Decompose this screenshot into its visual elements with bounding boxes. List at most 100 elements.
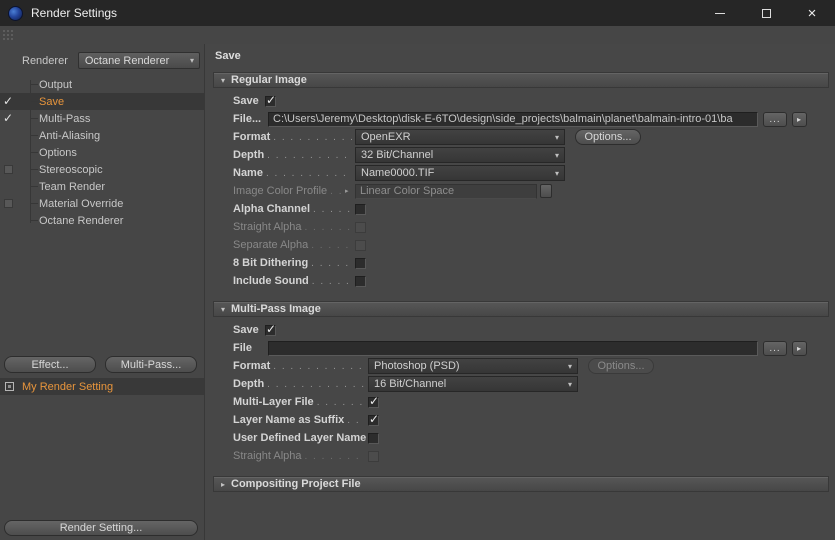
window-controls: × bbox=[697, 0, 835, 26]
check-icon: ✓ bbox=[369, 393, 380, 408]
dotted-leader: . . . . . . . . . . . . . . . . . . . . … bbox=[311, 257, 352, 269]
compositing-project-file-header[interactable]: ▸ Compositing Project File bbox=[213, 476, 829, 492]
tree-item-team-render[interactable]: Team Render bbox=[0, 178, 204, 195]
chevron-down-icon: ▾ bbox=[189, 56, 194, 65]
depth-row: Depth. . . . . . . . . . . . . . . . . .… bbox=[213, 146, 829, 164]
dotted-leader: . . . . . . . . . . . . . . . . . . . . … bbox=[313, 203, 352, 215]
mp-file-row: File ... ▸ bbox=[213, 339, 829, 357]
file-label: File... bbox=[233, 113, 262, 125]
dotted-leader: . . . . . . . . . . . . . . . . . . . . … bbox=[267, 149, 352, 161]
check-icon[interactable]: ✓ bbox=[3, 111, 13, 125]
tree-item-stereoscopic[interactable]: Stereoscopic bbox=[0, 161, 204, 178]
mp-depth-row: Depth. . . . . . . . . . . . . . . . . .… bbox=[213, 375, 829, 393]
enable-checkbox[interactable] bbox=[4, 199, 13, 208]
tree-item-label: Team Render bbox=[39, 180, 106, 193]
dock-grip-icon[interactable] bbox=[3, 30, 15, 42]
window-title: Render Settings bbox=[31, 6, 118, 20]
mp-file-label: File bbox=[233, 342, 252, 354]
tree-item-label: Save bbox=[39, 95, 65, 108]
enable-checkbox[interactable] bbox=[4, 165, 13, 174]
tree-item-octane-renderer[interactable]: Octane Renderer bbox=[0, 212, 204, 229]
color-profile-value: Linear Color Space bbox=[360, 185, 455, 197]
mp-file-path-input[interactable] bbox=[268, 340, 758, 356]
multi-pass-image-section: ▾ Multi-Pass Image Save ✓ File ... ▸ For… bbox=[213, 301, 829, 470]
mp-straight-alpha-label: Straight Alpha bbox=[233, 450, 302, 462]
browse-button[interactable]: ... bbox=[763, 111, 787, 127]
close-button[interactable]: × bbox=[789, 0, 835, 26]
alpha-channel-label: Alpha Channel bbox=[233, 203, 311, 215]
dotted-leader: . . . . . . . . . . . . . . . . . . . . … bbox=[330, 185, 342, 197]
profile-options-button[interactable] bbox=[540, 184, 552, 198]
renderer-dropdown[interactable]: Octane Renderer ▾ bbox=[77, 52, 200, 69]
name-format-value: Name0000.TIF bbox=[361, 167, 435, 179]
render-setting-button[interactable]: Render Setting... bbox=[4, 520, 198, 536]
mp-format-label: Format bbox=[233, 360, 271, 372]
file-path-input[interactable] bbox=[268, 111, 758, 127]
alpha-channel-checkbox[interactable] bbox=[355, 203, 366, 215]
effect-button[interactable]: Effect... bbox=[4, 356, 96, 373]
tree-item-material-override[interactable]: Material Override bbox=[0, 195, 204, 212]
render-setting-icon bbox=[5, 382, 14, 391]
user-defined-layer-name-row: User Defined Layer Name. . . . . . . . .… bbox=[213, 429, 829, 447]
chevron-down-icon: ▾ bbox=[554, 168, 559, 178]
separate-alpha-row: Separate Alpha. . . . . . . . . . . . . … bbox=[213, 236, 829, 254]
mp-file-arrow-button[interactable]: ▸ bbox=[792, 340, 807, 356]
mp-depth-dropdown[interactable]: 16 Bit/Channel ▾ bbox=[368, 376, 578, 392]
dotted-leader: . . . . . . . . . . . . . . . . . . . . … bbox=[304, 221, 353, 233]
multi-layer-file-checkbox[interactable]: ✓ bbox=[368, 393, 380, 408]
multi-pass-button[interactable]: Multi-Pass... bbox=[105, 356, 197, 373]
mp-browse-button[interactable]: ... bbox=[763, 340, 787, 356]
save-label: Save bbox=[233, 95, 259, 107]
mp-format-row: Format. . . . . . . . . . . . . . . . . … bbox=[213, 357, 829, 375]
file-arrow-button[interactable]: ▸ bbox=[792, 111, 807, 127]
mp-save-checkbox[interactable]: ✓ bbox=[265, 322, 276, 336]
regular-image-header[interactable]: ▾ Regular Image bbox=[213, 72, 829, 88]
settings-sidebar: Renderer Octane Renderer ▾ Output ✓ Save… bbox=[0, 44, 205, 540]
multi-pass-rows: Save ✓ File ... ▸ Format. . . . . . . . … bbox=[213, 317, 829, 470]
mp-format-dropdown[interactable]: Photoshop (PSD) ▾ bbox=[368, 358, 578, 374]
name-label: Name bbox=[233, 167, 263, 179]
tree-item-multi-pass[interactable]: ✓ Multi-Pass bbox=[0, 110, 204, 127]
name-format-dropdown[interactable]: Name0000.TIF ▾ bbox=[355, 165, 565, 181]
minimize-button[interactable] bbox=[697, 0, 743, 26]
close-icon: × bbox=[807, 4, 817, 22]
save-checkbox[interactable]: ✓ bbox=[265, 93, 276, 107]
multi-pass-image-header[interactable]: ▾ Multi-Pass Image bbox=[213, 301, 829, 317]
format-dropdown[interactable]: OpenEXR ▾ bbox=[355, 129, 565, 145]
tree-item-label: Stereoscopic bbox=[39, 163, 103, 176]
chevron-down-icon: ▾ bbox=[567, 379, 572, 389]
tree-item-anti-aliasing[interactable]: Anti-Aliasing bbox=[0, 127, 204, 144]
app-icon bbox=[8, 5, 23, 21]
dithering-checkbox[interactable] bbox=[355, 257, 366, 269]
tree-item-label: Octane Renderer bbox=[39, 214, 124, 227]
check-icon[interactable]: ✓ bbox=[3, 94, 13, 108]
mp-save-row: Save ✓ bbox=[213, 321, 829, 339]
regular-image-rows: Save ✓ File... ... ▸ Format. . . . . . .… bbox=[213, 88, 829, 295]
layer-name-suffix-checkbox[interactable]: ✓ bbox=[368, 412, 379, 426]
dotted-leader: . . . . . . . . . . . . . . . . . . . . … bbox=[304, 450, 366, 462]
render-setting-item[interactable]: My Render Setting bbox=[0, 378, 204, 395]
format-options-button[interactable]: Options... bbox=[575, 129, 641, 145]
mp-straight-alpha-checkbox bbox=[368, 450, 379, 462]
titlebar: Render Settings × bbox=[0, 0, 835, 26]
tree-item-save[interactable]: ✓ Save bbox=[0, 93, 204, 110]
mp-format-options-button: Options... bbox=[588, 358, 654, 374]
tree-item-label: Output bbox=[39, 78, 73, 91]
tree-item-output[interactable]: Output bbox=[0, 76, 204, 93]
section-title: Multi-Pass Image bbox=[231, 303, 321, 315]
section-title: Compositing Project File bbox=[231, 478, 361, 490]
depth-value: 32 Bit/Channel bbox=[361, 149, 434, 161]
mp-format-value: Photoshop (PSD) bbox=[374, 360, 460, 372]
depth-label: Depth bbox=[233, 149, 265, 161]
dotted-leader: . . . . . . . . . . . . . . . . . . . . … bbox=[267, 378, 365, 390]
mp-depth-label: Depth bbox=[233, 378, 265, 390]
depth-dropdown[interactable]: 32 Bit/Channel ▾ bbox=[355, 147, 565, 163]
tree-item-label: Anti-Aliasing bbox=[39, 129, 101, 142]
maximize-button[interactable] bbox=[743, 0, 789, 26]
include-sound-checkbox[interactable] bbox=[355, 275, 366, 287]
tree-item-label: Options bbox=[39, 146, 77, 159]
tree-item-options[interactable]: Options bbox=[0, 144, 204, 161]
tree-item-label: Multi-Pass bbox=[39, 112, 91, 125]
user-defined-layer-name-checkbox[interactable] bbox=[368, 432, 379, 444]
settings-tree: Output ✓ Save ✓ Multi-Pass Anti-Aliasing… bbox=[0, 76, 204, 231]
